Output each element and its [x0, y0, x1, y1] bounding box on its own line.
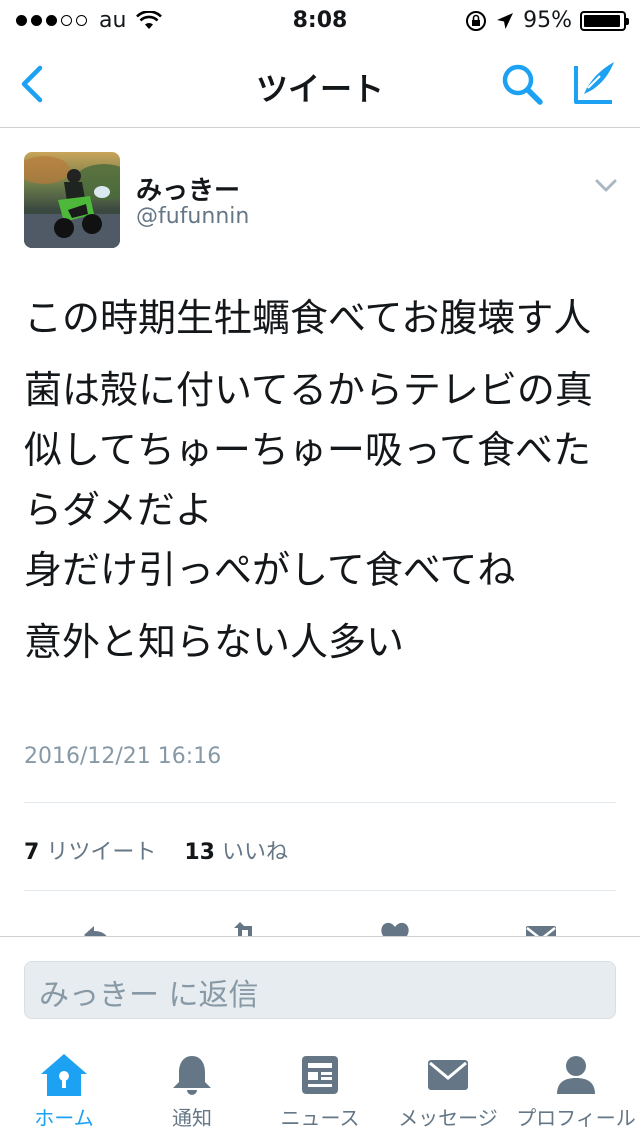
location-icon — [497, 12, 514, 29]
tab-profile[interactable]: プロフィール — [512, 1052, 640, 1136]
chevron-down-icon[interactable] — [594, 178, 618, 194]
like-stat[interactable]: 13 いいね — [184, 840, 288, 865]
battery-percent: 95% — [523, 8, 572, 33]
tab-home[interactable]: ホーム — [0, 1052, 128, 1136]
reply-icon[interactable] — [80, 918, 114, 936]
user-name[interactable]: みっきー — [136, 170, 240, 207]
search-icon[interactable] — [498, 60, 546, 108]
tweet-paragraph: 意外と知らない人多い — [24, 620, 405, 664]
rotation-lock-icon — [466, 10, 487, 31]
battery-icon — [580, 10, 629, 31]
status-bar: au 8:08 95% — [0, 0, 640, 40]
person-icon — [557, 1056, 595, 1094]
retweet-stat[interactable]: 7 リツイート — [24, 840, 163, 865]
battery-fill — [584, 14, 621, 27]
retweet-count: 7 — [24, 840, 40, 865]
tab-messages[interactable]: メッセージ — [384, 1052, 512, 1136]
tab-label: 通知 — [172, 1106, 212, 1130]
tab-bar: ホーム 通知 ニュース メッセージ プロフィール — [0, 1040, 640, 1136]
tweet-timestamp[interactable]: 2016/12/21 16:16 — [24, 744, 221, 769]
like-count: 13 — [184, 840, 215, 865]
reply-input[interactable]: みっきー に返信 — [24, 961, 616, 1019]
tab-label: メッセージ — [398, 1106, 498, 1130]
divider — [24, 802, 616, 803]
tab-news[interactable]: ニュース — [256, 1052, 384, 1136]
nav-bar: ツイート — [0, 40, 640, 128]
tweet-actions — [0, 910, 640, 936]
tab-notifications[interactable]: 通知 — [128, 1052, 256, 1136]
home-icon — [41, 1054, 87, 1096]
heart-icon[interactable] — [378, 918, 412, 936]
bell-icon — [173, 1056, 211, 1095]
tweet-text: この時期生牡蠣食べてお腹壊す人 菌は殻に付いてるからテレビの真似してちゅーちゅー… — [24, 288, 624, 684]
mail-icon — [428, 1060, 468, 1090]
like-label: いいね — [221, 840, 288, 865]
tab-label: ニュース — [280, 1106, 360, 1130]
tweet-paragraph: この時期生牡蠣食べてお腹壊す人 — [24, 296, 592, 340]
direct-message-icon[interactable] — [524, 918, 558, 936]
compose-icon[interactable] — [570, 58, 620, 108]
tab-label: プロフィール — [516, 1106, 636, 1130]
tweet-paragraph: 菌は殻に付いてるからテレビの真似してちゅーちゅー吸って食べたらダメだよ 身だけ引… — [24, 368, 593, 592]
reply-bar: みっきー に返信 — [0, 936, 640, 1036]
status-right: 95% — [465, 8, 629, 33]
tweet-stats: 7 リツイート 13 いいね — [24, 834, 288, 866]
divider — [24, 890, 616, 891]
avatar[interactable] — [24, 152, 120, 248]
retweet-label: リツイート — [46, 840, 157, 865]
user-handle[interactable]: @fufunnin — [136, 204, 249, 229]
retweet-icon[interactable] — [228, 918, 262, 936]
news-icon — [302, 1056, 338, 1094]
tab-label: ホーム — [34, 1106, 94, 1130]
avatar-photo — [24, 152, 120, 248]
